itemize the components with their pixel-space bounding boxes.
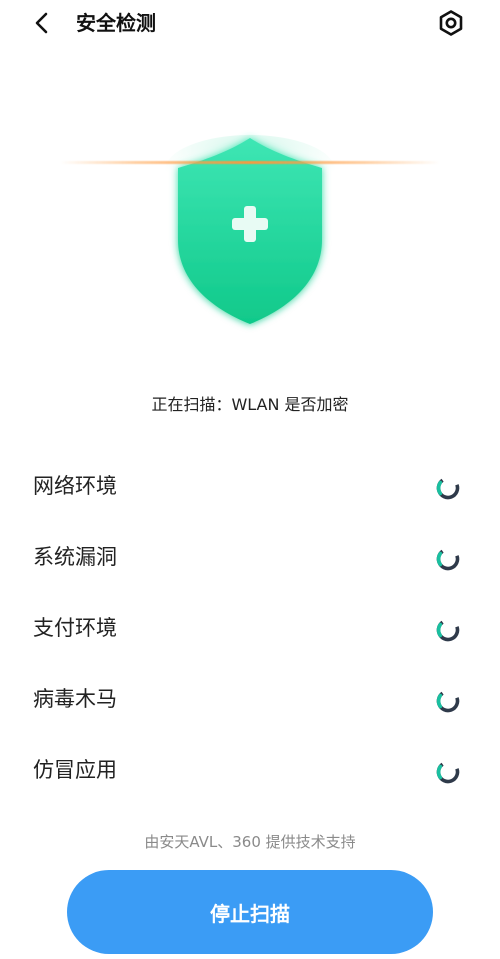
- check-label: 仿冒应用: [33, 758, 117, 782]
- list-item-payment: 支付环境: [0, 592, 500, 663]
- back-button[interactable]: [26, 7, 58, 39]
- page-title: 安全检测: [76, 11, 156, 35]
- check-label: 网络环境: [33, 474, 117, 498]
- check-label: 病毒木马: [33, 687, 117, 711]
- loading-spinner-icon: [436, 689, 460, 713]
- list-item-system: 系统漏洞: [0, 521, 500, 592]
- security-check-page: 安全检测 正在扫描：WLAN 是否加密 网络环境 系统漏洞 支付环境 病毒木马 …: [0, 0, 500, 959]
- scan-status-text: 正在扫描：WLAN 是否加密: [151, 395, 349, 414]
- loading-spinner-icon: [436, 760, 460, 784]
- stop-scan-button[interactable]: 停止扫描: [67, 870, 433, 954]
- check-label: 系统漏洞: [33, 545, 117, 569]
- top-bar: 安全检测: [0, 0, 500, 46]
- check-list: 网络环境 系统漏洞 支付环境 病毒木马 仿冒应用: [0, 450, 500, 805]
- scan-line: [60, 161, 440, 164]
- settings-button[interactable]: [436, 8, 466, 38]
- loading-spinner-icon: [436, 618, 460, 642]
- check-label: 支付环境: [33, 616, 117, 640]
- list-item-virus: 病毒木马: [0, 663, 500, 734]
- chevron-left-icon: [35, 12, 48, 34]
- list-item-counterfeit: 仿冒应用: [0, 734, 500, 805]
- loading-spinner-icon: [436, 476, 460, 500]
- loading-spinner-icon: [436, 547, 460, 571]
- list-item-network: 网络环境: [0, 450, 500, 521]
- support-text: 由安天AVL、360 提供技术支持: [144, 833, 356, 851]
- hexagon-gear-icon: [439, 10, 463, 36]
- scan-illustration: [0, 130, 500, 335]
